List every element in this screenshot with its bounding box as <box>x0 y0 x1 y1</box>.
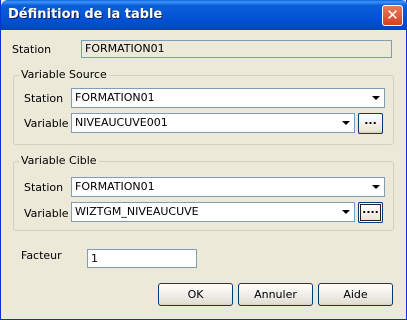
cible-variable-value: WIZTGM_NIVEAUCUVE <box>75 205 199 218</box>
station-label: Station <box>12 43 52 56</box>
station-value: FORMATION01 <box>85 42 165 55</box>
cible-variable-combo[interactable]: WIZTGM_NIVEAUCUVE <box>71 202 355 222</box>
source-browse-button[interactable]: ... <box>358 113 383 134</box>
facteur-label: Facteur <box>21 249 62 262</box>
source-variable-combo[interactable]: NIVEAUCUVE001 <box>71 113 355 133</box>
source-station-combo[interactable]: FORMATION01 <box>71 88 385 108</box>
variable-source-title: Variable Source <box>19 68 109 82</box>
chevron-down-icon[interactable] <box>339 204 353 220</box>
chevron-down-icon[interactable] <box>369 179 383 195</box>
ok-button[interactable]: OK <box>158 283 233 306</box>
annuler-button[interactable]: Annuler <box>238 283 313 306</box>
chevron-down-icon[interactable] <box>369 90 383 106</box>
cible-variable-label: Variable <box>24 207 69 220</box>
variable-cible-title: Variable Cible <box>19 154 99 168</box>
facteur-value: 1 <box>91 252 98 265</box>
source-variable-label: Variable <box>24 117 69 130</box>
chevron-down-icon[interactable] <box>339 115 353 131</box>
title-bar[interactable]: Définition de la table ✕ <box>1 0 407 30</box>
cible-browse-button[interactable]: .... <box>358 202 383 223</box>
close-icon: ✕ <box>386 6 399 24</box>
source-variable-value: NIVEAUCUVE001 <box>75 116 168 129</box>
source-station-value: FORMATION01 <box>75 91 155 104</box>
cible-station-value: FORMATION01 <box>75 180 155 193</box>
aide-button[interactable]: Aide <box>318 283 393 306</box>
station-field: FORMATION01 <box>81 40 392 58</box>
variable-source-group: Variable Source <box>13 68 394 145</box>
facteur-input[interactable]: 1 <box>87 249 197 268</box>
dialog-window: Définition de la table ✕ Station FORMATI… <box>0 0 407 320</box>
source-station-label: Station <box>24 92 64 105</box>
window-title: Définition de la table <box>8 7 163 22</box>
cible-station-combo[interactable]: FORMATION01 <box>71 177 385 197</box>
close-button[interactable]: ✕ <box>382 5 403 26</box>
cible-station-label: Station <box>24 181 64 194</box>
